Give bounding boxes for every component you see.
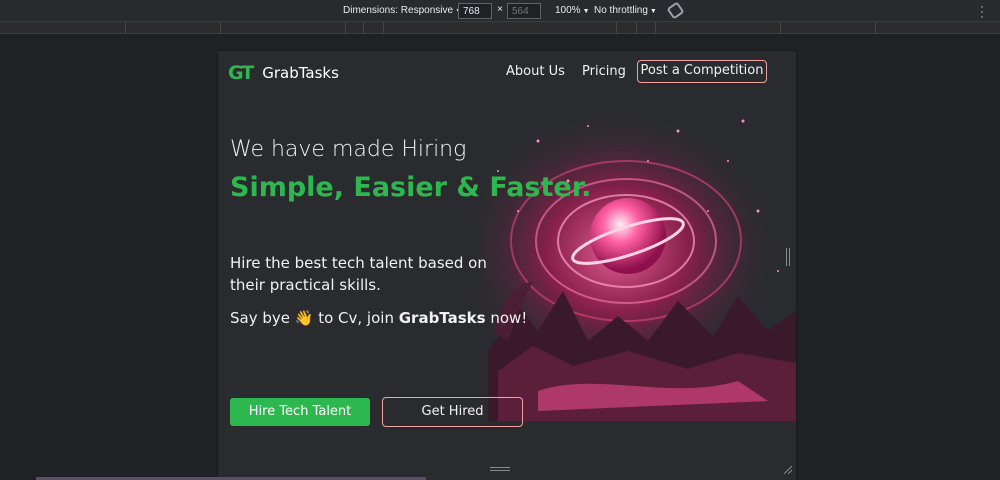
throttling-label: No throttling [594,5,648,16]
waving-hand-icon: 👋 [294,309,314,327]
hero-heading-line2: Simple, Easier & Faster. [230,172,592,203]
resize-handle-bottom[interactable] [490,467,510,471]
post-competition-button[interactable]: Post a Competition [637,60,767,83]
zoom-label: 100% [555,5,581,16]
resize-handle-right[interactable] [786,248,790,266]
tagline-brand: GrabTasks [398,309,486,327]
hero-heading-line1: We have made Hiring [230,137,467,162]
more-options-icon[interactable]: · · · [978,0,986,22]
logo-mark: GT [228,62,254,84]
brand-logo[interactable]: GT GrabTasks [228,62,339,84]
rotate-icon[interactable] [666,1,685,20]
hero-tagline: Say bye 👋 to Cv, join GrabTasks now! [230,309,528,327]
hire-tech-talent-button[interactable]: Hire Tech Talent [230,398,370,426]
nav-link-about-us[interactable]: About Us [506,64,565,79]
caret-down-icon: ▼ [582,8,590,15]
media-query-ruler [0,22,1000,34]
caret-down-icon: ▼ [649,8,657,15]
get-hired-button[interactable]: Get Hired [382,397,523,427]
hero-description: Hire the best tech talent based on their… [230,254,487,294]
brand-name: GrabTasks [262,64,339,82]
dimensions-dropdown[interactable]: Dimensions: Responsive▼ [343,5,462,16]
height-input[interactable] [507,3,541,19]
width-input[interactable] [458,3,492,19]
hero-planet-illustration [478,111,796,421]
device-toolbar: Dimensions: Responsive▼ × 100%▼ No throt… [0,0,1000,22]
throttling-dropdown[interactable]: No throttling ▼ [594,5,657,16]
resize-handle-corner[interactable] [782,464,792,474]
zoom-dropdown[interactable]: 100% ▼ [555,5,590,16]
dimension-separator: × [497,4,503,15]
nav-link-pricing[interactable]: Pricing [582,64,626,79]
dimensions-label: Dimensions: Responsive [343,5,454,16]
emulated-viewport: GT GrabTasks About Us Pricing Post a Com… [218,51,796,480]
